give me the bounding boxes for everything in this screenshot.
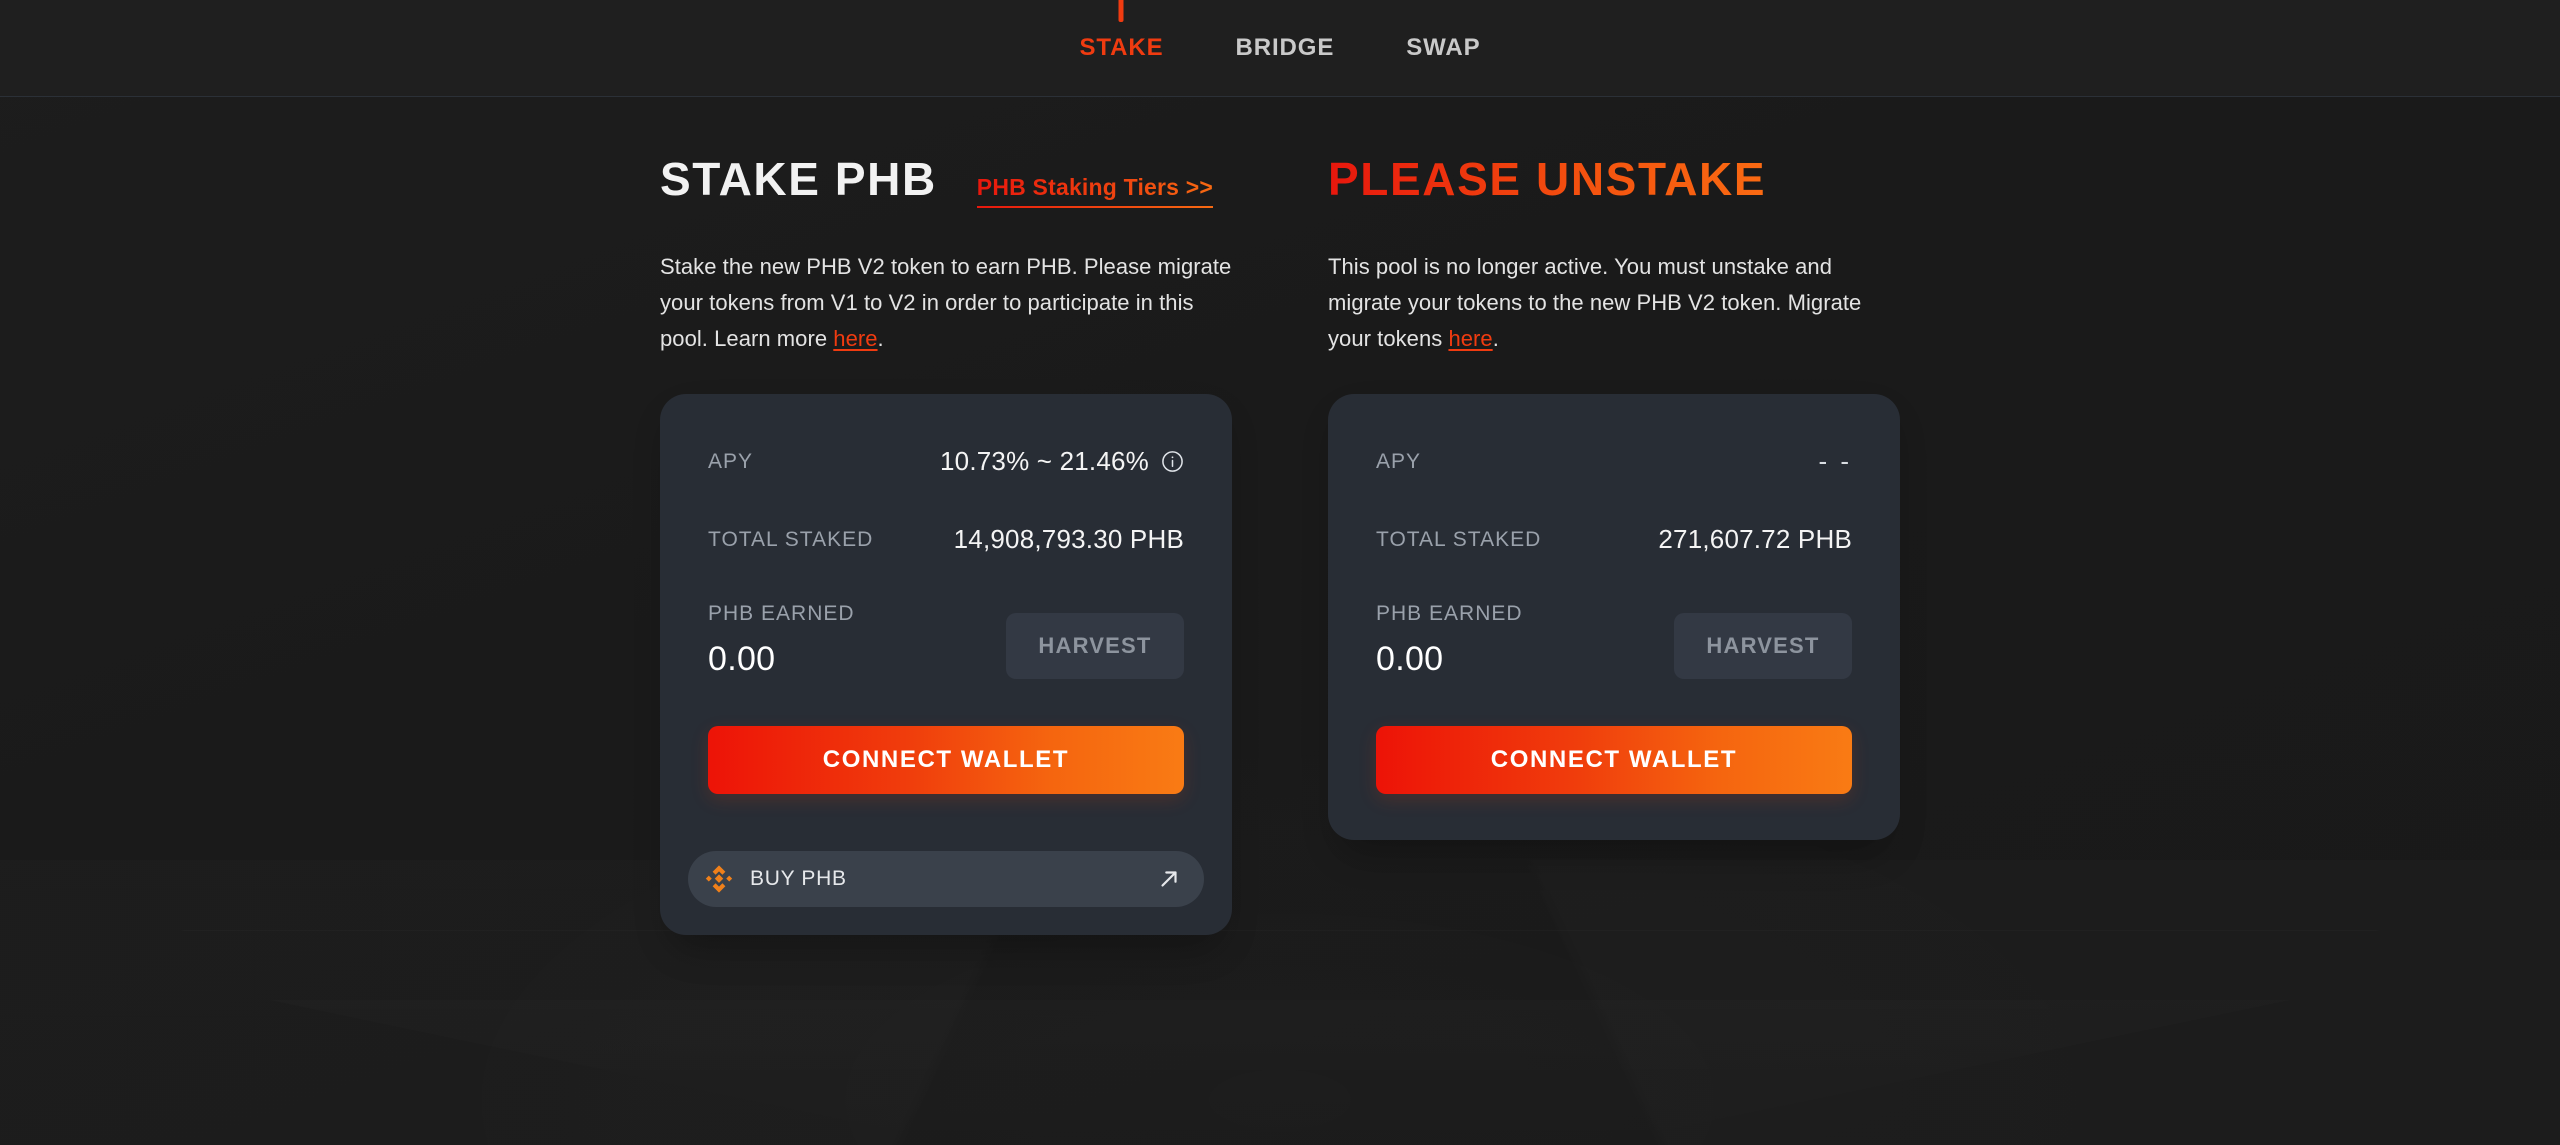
nav-item-swap[interactable]: SWAP <box>1370 36 1516 60</box>
stake-description-period: . <box>877 326 884 351</box>
apy-label: APY <box>708 449 754 473</box>
phb-earned-value: 0.00 <box>708 640 776 678</box>
stake-header: STAKE PHB PHB Staking Tiers >> <box>660 156 1232 226</box>
total-staked-label: TOTAL STAKED <box>1376 527 1542 551</box>
nav-item-stake-label: STAKE <box>1079 34 1164 61</box>
buy-phb-button[interactable]: BUY PHB <box>688 851 1204 907</box>
buy-phb-label: BUY PHB <box>750 867 847 890</box>
total-staked-label: TOTAL STAKED <box>708 527 874 551</box>
total-staked-value: 271,607.72 PHB <box>1658 524 1852 554</box>
page-title-unstake: PLEASE UNSTAKE <box>1328 153 1767 205</box>
nav-item-stake[interactable]: STAKE <box>1043 0 1199 61</box>
nav-item-swap-label: SWAP <box>1406 34 1481 61</box>
connect-wallet-button[interactable]: CONNECT WALLET <box>708 726 1184 794</box>
apy-value-group: 10.73% ~ 21.46% <box>940 446 1184 477</box>
stake-description: Stake the new PHB V2 token to earn PHB. … <box>660 249 1232 357</box>
migrate-here-link[interactable]: here <box>1448 326 1492 351</box>
bnb-diamond-icon <box>702 862 736 896</box>
total-staked-row: TOTAL STAKED 271,607.72 PHB <box>1376 524 1852 555</box>
pool-column-stake: STAKE PHB PHB Staking Tiers >> Stake the… <box>660 156 1232 949</box>
main-content: STAKE PHB PHB Staking Tiers >> Stake the… <box>0 97 2560 949</box>
harvest-button[interactable]: HARVEST <box>1674 613 1852 679</box>
apy-row: APY - - <box>1376 446 1852 477</box>
unstake-description-period: . <box>1492 326 1499 351</box>
nav-item-bridge[interactable]: BRIDGE <box>1200 36 1371 60</box>
pool-column-unstake: PLEASE UNSTAKE This pool is no longer ac… <box>1328 156 1900 935</box>
apy-row: APY 10.73% ~ 21.46% <box>708 446 1184 477</box>
unstake-header: PLEASE UNSTAKE <box>1328 156 1900 226</box>
phb-earned-label: PHB EARNED <box>708 602 855 625</box>
phb-earned-label: PHB EARNED <box>1376 602 1523 625</box>
nav-item-bridge-label: BRIDGE <box>1235 34 1335 61</box>
phb-earned-group: PHB EARNED 0.00 <box>708 602 855 679</box>
unstake-description: This pool is no longer active. You must … <box>1328 249 1900 357</box>
apy-value: 10.73% ~ 21.46% <box>940 446 1149 476</box>
harvest-button[interactable]: HARVEST <box>1006 613 1184 679</box>
phb-earned-row: PHB EARNED 0.00 HARVEST <box>1376 602 1852 679</box>
stake-card-wrapper: APY 10.73% ~ 21.46% TOTAL STAKED 14,908,… <box>660 394 1232 949</box>
unstake-pool-card: APY - - TOTAL STAKED 271,607.72 PHB PHB … <box>1328 394 1900 840</box>
arrow-up-right-icon <box>1156 866 1182 892</box>
phb-staking-tiers-link[interactable]: PHB Staking Tiers >> <box>976 176 1214 208</box>
active-tab-indicator <box>1118 0 1124 22</box>
stake-card-footer: BUY PHB <box>660 839 1232 935</box>
page-root: STAKE BRIDGE SWAP STAKE PHB PHB Staking … <box>0 0 2560 1145</box>
phb-earned-value: 0.00 <box>1376 640 1444 678</box>
unstake-description-text: This pool is no longer active. You must … <box>1328 254 1862 351</box>
background-decoration-triangle <box>270 1000 2290 1145</box>
apy-value: - - <box>1818 446 1852 476</box>
nav-items-container: STAKE BRIDGE SWAP <box>1043 0 1516 61</box>
learn-more-here-link[interactable]: here <box>833 326 877 351</box>
phb-earned-group: PHB EARNED 0.00 <box>1376 602 1523 679</box>
stake-pool-card: APY 10.73% ~ 21.46% TOTAL STAKED 14,908,… <box>660 394 1232 840</box>
pool-columns: STAKE PHB PHB Staking Tiers >> Stake the… <box>660 97 1900 949</box>
page-title-stake: STAKE PHB <box>660 153 937 205</box>
unstake-card-wrapper: APY - - TOTAL STAKED 271,607.72 PHB PHB … <box>1328 394 1900 854</box>
apy-label: APY <box>1376 449 1422 473</box>
total-staked-row: TOTAL STAKED 14,908,793.30 PHB <box>708 524 1184 555</box>
phb-earned-row: PHB EARNED 0.00 HARVEST <box>708 602 1184 679</box>
connect-wallet-button[interactable]: CONNECT WALLET <box>1376 726 1852 794</box>
stake-description-text: Stake the new PHB V2 token to earn PHB. … <box>660 254 1232 351</box>
total-staked-value: 14,908,793.30 PHB <box>953 524 1184 554</box>
info-circle-icon[interactable] <box>1161 450 1184 473</box>
top-navigation-bar: STAKE BRIDGE SWAP <box>0 0 2560 97</box>
background-decoration-outline <box>180 930 2380 1145</box>
